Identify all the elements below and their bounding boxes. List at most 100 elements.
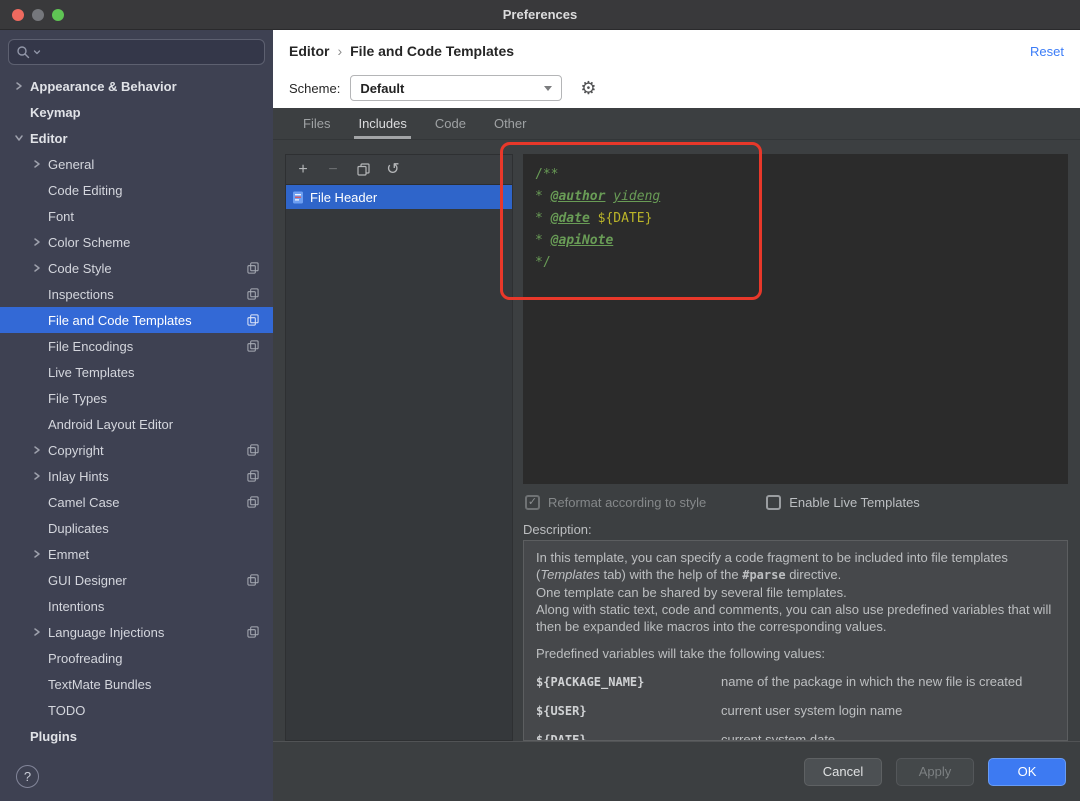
sidebar-item-label: Code Editing: [48, 183, 122, 198]
remove-icon[interactable]: −: [326, 162, 340, 178]
variables-table: ${PACKAGE_NAME}name of the package in wh…: [536, 673, 1055, 741]
sidebar-item-todo[interactable]: TODO: [0, 697, 273, 723]
sidebar-item-copyright[interactable]: Copyright: [0, 437, 273, 463]
variables-intro: Predefined variables will take the follo…: [536, 645, 1055, 662]
chevron-right-icon[interactable]: [32, 549, 42, 559]
sidebar-item-code-editing[interactable]: Code Editing: [0, 177, 273, 203]
sidebar-item-proofreading[interactable]: Proofreading: [0, 645, 273, 671]
sidebar-item-label: Font: [48, 209, 74, 224]
search-field[interactable]: [8, 39, 265, 65]
revert-icon[interactable]: ↺: [386, 162, 400, 178]
shared-settings-icon: [247, 314, 259, 326]
reformat-checkbox[interactable]: ✓ Reformat according to style: [525, 495, 706, 510]
sidebar-item-inspections[interactable]: Inspections: [0, 281, 273, 307]
tab-files[interactable]: Files: [301, 108, 332, 139]
sidebar-item-appearance-behavior[interactable]: Appearance & Behavior: [0, 73, 273, 99]
combo-arrow-icon: [544, 86, 552, 91]
sidebar-item-language-injections[interactable]: Language Injections: [0, 619, 273, 645]
sidebar-item-label: Duplicates: [48, 521, 109, 536]
sidebar-item-font[interactable]: Font: [0, 203, 273, 229]
chevron-right-icon[interactable]: [32, 237, 42, 247]
apply-button[interactable]: Apply: [896, 758, 974, 786]
shared-settings-icon: [247, 470, 259, 482]
help-button[interactable]: ?: [16, 765, 39, 788]
sidebar-item-label: Intentions: [48, 599, 104, 614]
description-panel: In this template, you can specify a code…: [523, 540, 1068, 741]
breadcrumb-item-file-and-code-templates[interactable]: File and Code Templates: [350, 43, 514, 59]
sidebar-item-plugins[interactable]: Plugins: [0, 723, 273, 749]
chevron-right-icon[interactable]: [14, 81, 24, 91]
sidebar-item-editor[interactable]: Editor: [0, 125, 273, 151]
chevron-right-icon[interactable]: [32, 445, 42, 455]
sidebar-item-gui-designer[interactable]: GUI Designer: [0, 567, 273, 593]
code-line: */: [535, 252, 1056, 274]
cancel-button[interactable]: Cancel: [804, 758, 882, 786]
chevron-right-icon[interactable]: [32, 471, 42, 481]
checkbox-unchecked-icon: [766, 495, 781, 510]
window-title: Preferences: [0, 7, 1080, 22]
ok-button[interactable]: OK: [988, 758, 1066, 786]
dialog-buttons: Cancel Apply OK: [804, 758, 1066, 786]
sidebar-item-label: Editor: [30, 131, 68, 146]
dialog-footer: Cancel Apply OK: [273, 741, 1080, 801]
search-icon: [16, 45, 30, 59]
chevron-right-icon[interactable]: [32, 627, 42, 637]
options-row: ✓ Reformat according to style Enable Liv…: [523, 486, 1068, 518]
sidebar-item-label: Code Style: [48, 261, 112, 276]
reset-link[interactable]: Reset: [1030, 44, 1064, 59]
search-input[interactable]: [44, 45, 257, 60]
sidebar-item-camel-case[interactable]: Camel Case: [0, 489, 273, 515]
sidebar-item-live-templates[interactable]: Live Templates: [0, 359, 273, 385]
sidebar-item-android-layout-editor[interactable]: Android Layout Editor: [0, 411, 273, 437]
shared-settings-icon: [247, 288, 259, 300]
zoom-button[interactable]: [52, 9, 64, 21]
sidebar-item-keymap[interactable]: Keymap: [0, 99, 273, 125]
sidebar-item-file-types[interactable]: File Types: [0, 385, 273, 411]
template-editor[interactable]: /** * @author yideng * @date ${DATE} * @…: [523, 154, 1068, 484]
chevron-down-icon[interactable]: [14, 133, 24, 143]
template-list-item[interactable]: File Header: [286, 185, 512, 209]
tab-code[interactable]: Code: [433, 108, 468, 139]
sidebar-item-label: Plugins: [30, 729, 77, 744]
sidebar-item-emmet[interactable]: Emmet: [0, 541, 273, 567]
sidebar-item-label: File Types: [48, 391, 107, 406]
sidebar-item-label: Proofreading: [48, 651, 122, 666]
file-header-icon: [292, 191, 304, 204]
sidebar-item-file-encodings[interactable]: File Encodings: [0, 333, 273, 359]
sidebar-item-code-style[interactable]: Code Style: [0, 255, 273, 281]
settings-tree: Appearance & Behavior Keymap Editor General…: [0, 73, 273, 801]
scheme-select[interactable]: Default: [350, 75, 562, 101]
sidebar-item-label: GUI Designer: [48, 573, 127, 588]
sidebar-item-label: Keymap: [30, 105, 81, 120]
sidebar-item-duplicates[interactable]: Duplicates: [0, 515, 273, 541]
breadcrumb-item-editor[interactable]: Editor: [289, 43, 329, 59]
sidebar-item-intentions[interactable]: Intentions: [0, 593, 273, 619]
preferences-window: Appearance & Behavior Keymap Editor General…: [0, 30, 1080, 801]
chevron-right-icon[interactable]: [32, 263, 42, 273]
code-line: * @apiNote: [535, 230, 1056, 252]
sidebar-item-label: Copyright: [48, 443, 104, 458]
copy-icon[interactable]: [356, 163, 370, 176]
chevron-right-icon[interactable]: [32, 159, 42, 169]
template-detail: /** * @author yideng * @date ${DATE} * @…: [523, 154, 1068, 741]
variable-description: current user system login name: [721, 702, 902, 719]
search-history-chevron-icon[interactable]: [33, 48, 41, 56]
gear-icon[interactable]: ⚙: [580, 79, 596, 97]
tab-includes[interactable]: Includes: [356, 108, 408, 139]
sidebar-item-color-scheme[interactable]: Color Scheme: [0, 229, 273, 255]
variable-name: ${PACKAGE_NAME}: [536, 674, 721, 691]
sidebar-item-label: TextMate Bundles: [48, 677, 151, 692]
sidebar-item-inlay-hints[interactable]: Inlay Hints: [0, 463, 273, 489]
close-button[interactable]: [12, 9, 24, 21]
sidebar-item-general[interactable]: General: [0, 151, 273, 177]
shared-settings-icon: [247, 340, 259, 352]
sidebar-item-textmate-bundles[interactable]: TextMate Bundles: [0, 671, 273, 697]
live-templates-checkbox[interactable]: Enable Live Templates: [766, 495, 920, 510]
sidebar-item-file-and-code-templates[interactable]: File and Code Templates: [0, 307, 273, 333]
add-icon[interactable]: +: [296, 162, 310, 178]
scheme-label: Scheme:: [289, 81, 340, 96]
tab-other[interactable]: Other: [492, 108, 529, 139]
sidebar-item-label: Appearance & Behavior: [30, 79, 177, 94]
variable-name: ${USER}: [536, 703, 721, 720]
minimize-button: [32, 9, 44, 21]
